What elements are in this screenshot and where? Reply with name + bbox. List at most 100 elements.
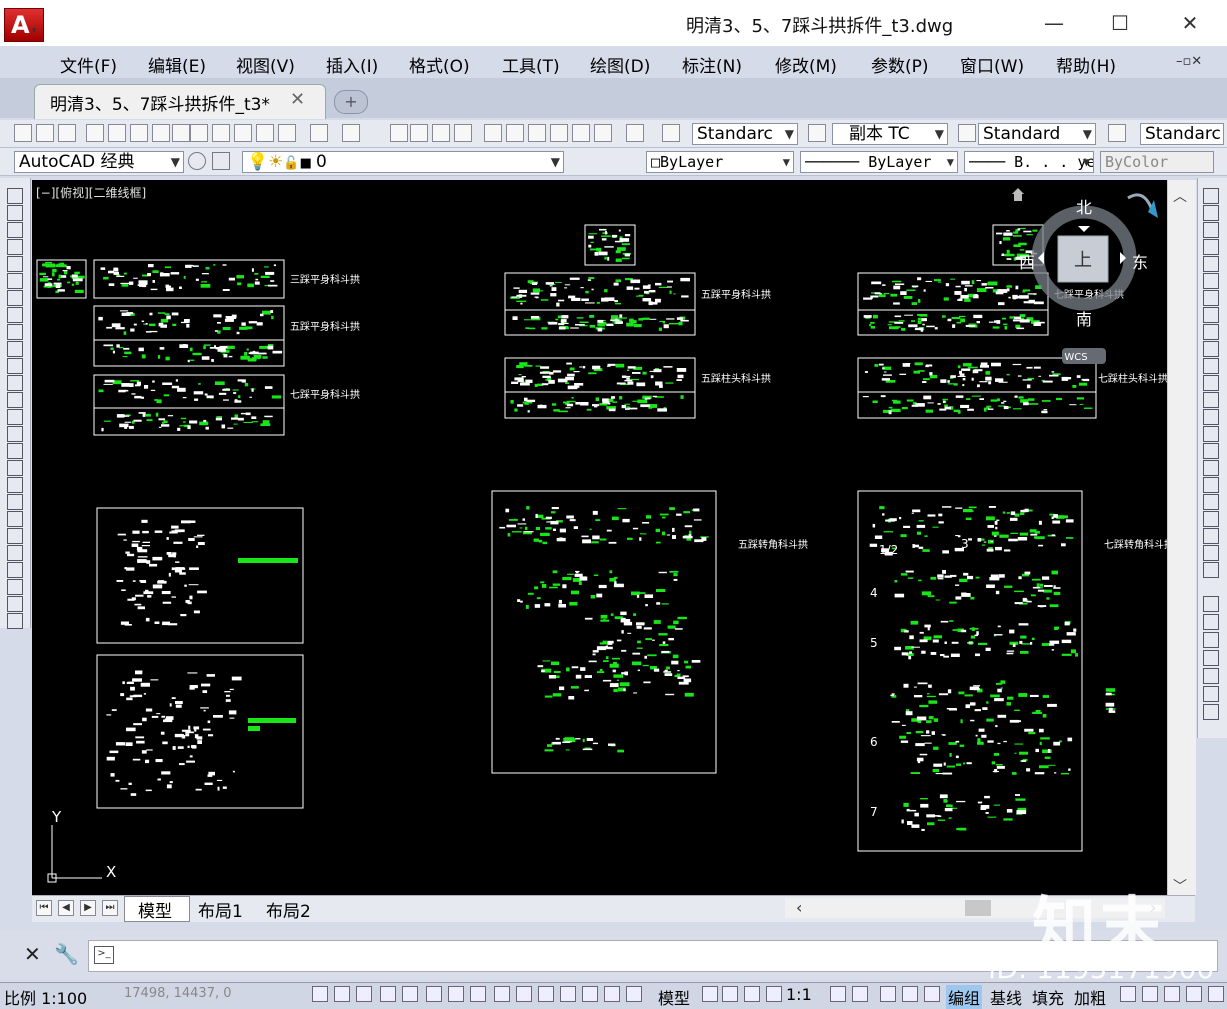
toolbar-tool-icon[interactable] <box>14 124 32 142</box>
status-toggle-icon[interactable] <box>494 986 510 1002</box>
draw-tool-icon[interactable] <box>7 409 23 425</box>
toolbar-tool-icon[interactable] <box>130 124 148 142</box>
menu-file[interactable]: 文件(F) <box>60 52 117 77</box>
layer-manager-icon[interactable] <box>212 152 230 170</box>
tab-close-icon[interactable]: ✕ <box>290 89 305 110</box>
status-toggle-icon[interactable] <box>924 986 940 1002</box>
toolbar-tool-icon[interactable] <box>528 124 546 142</box>
linetype-select[interactable]: ────── ByLayer ▼ <box>800 151 958 173</box>
draw-tool-icon[interactable] <box>7 460 23 476</box>
prev-layout-icon[interactable]: ◀ <box>58 900 74 916</box>
menu-view[interactable]: 视图(V) <box>236 52 295 77</box>
status-toggle-icon[interactable] <box>380 986 396 1002</box>
tab-layout1[interactable]: 布局1 <box>198 897 243 922</box>
draw-tool-icon[interactable] <box>7 613 23 629</box>
draw-tool-icon[interactable] <box>7 273 23 289</box>
toolbar-tool-icon[interactable] <box>256 124 274 142</box>
toolbar-tool-icon[interactable] <box>310 124 328 142</box>
draw-tool-icon[interactable] <box>7 358 23 374</box>
status-toggle-icon[interactable] <box>766 986 782 1002</box>
modify-tool-icon[interactable] <box>1203 686 1219 702</box>
menu-format[interactable]: 格式(O) <box>409 52 470 77</box>
toolbar-tool-icon[interactable] <box>594 124 612 142</box>
modify-tool-icon[interactable] <box>1203 614 1219 630</box>
modify-tool-icon[interactable] <box>1203 562 1219 578</box>
modify-tool-icon[interactable] <box>1203 324 1219 340</box>
draw-tool-icon[interactable] <box>7 188 23 204</box>
toolbar-tool-icon[interactable] <box>108 124 126 142</box>
viewcube-west[interactable]: 西 <box>1019 253 1035 272</box>
draw-tool-icon[interactable] <box>7 494 23 510</box>
modify-tool-icon[interactable] <box>1203 341 1219 357</box>
workspace-select[interactable]: AutoCAD 经典 ▼ <box>14 151 184 173</box>
modify-tool-icon[interactable] <box>1203 392 1219 408</box>
modify-tool-icon[interactable] <box>1203 511 1219 527</box>
status-toggle-icon[interactable] <box>448 986 464 1002</box>
draw-tool-icon[interactable] <box>7 222 23 238</box>
menu-parameter[interactable]: 参数(P) <box>871 52 929 77</box>
status-hatch[interactable]: 填充 <box>1032 985 1064 1009</box>
autocad-logo-icon[interactable]: A <box>4 8 44 42</box>
status-toggle-icon[interactable] <box>334 986 350 1002</box>
table-style-select[interactable]: Standard ▼ <box>978 123 1096 145</box>
draw-tool-icon[interactable] <box>7 375 23 391</box>
status-toggle-icon[interactable] <box>744 986 760 1002</box>
status-bold[interactable]: 加粗 <box>1074 985 1106 1009</box>
drawing-scale[interactable]: 比例 1:100 <box>4 985 87 1009</box>
modify-tool-icon[interactable] <box>1203 307 1219 323</box>
new-tab-button[interactable]: + <box>334 90 368 114</box>
draw-tool-icon[interactable] <box>7 511 23 527</box>
modify-tool-icon[interactable] <box>1203 596 1219 612</box>
toolbar-tool-icon[interactable] <box>390 124 408 142</box>
toolbar-tool-icon[interactable] <box>626 124 644 142</box>
toolbar-tool-icon[interactable] <box>506 124 524 142</box>
modify-tool-icon[interactable] <box>1203 375 1219 391</box>
lineweight-select[interactable]: ──── B. . . ye ▼ <box>964 151 1094 173</box>
status-toggle-icon[interactable] <box>830 986 846 1002</box>
toolbar-tool-icon[interactable] <box>662 124 680 142</box>
plotstyle-select[interactable]: ByColor <box>1100 151 1214 173</box>
menu-modify[interactable]: 修改(M) <box>775 52 837 77</box>
toolbar-tool-icon[interactable] <box>572 124 590 142</box>
toolbar-tool-icon[interactable] <box>58 124 76 142</box>
toolbar-tool-icon[interactable] <box>86 124 104 142</box>
draw-tool-icon[interactable] <box>7 528 23 544</box>
toolbar-tool-icon[interactable] <box>484 124 502 142</box>
draw-tool-icon[interactable] <box>7 290 23 306</box>
menu-edit[interactable]: 编辑(E) <box>148 52 206 77</box>
modify-tool-icon[interactable] <box>1203 477 1219 493</box>
status-toggle-icon[interactable] <box>560 986 576 1002</box>
draw-tool-icon[interactable] <box>7 392 23 408</box>
status-toggle-icon[interactable] <box>1164 986 1180 1002</box>
modify-tool-icon[interactable] <box>1203 426 1219 442</box>
doc-window-controls[interactable]: –▫✕ <box>1176 54 1202 69</box>
toolbar-tool-icon[interactable] <box>36 124 54 142</box>
draw-tool-icon[interactable] <box>7 596 23 612</box>
viewcube-south[interactable]: 南 <box>1076 310 1092 329</box>
modify-tool-icon[interactable] <box>1203 222 1219 238</box>
modify-tool-icon[interactable] <box>1203 494 1219 510</box>
drawing-canvas[interactable]: 三踩平身科斗拱 五踩平身科斗拱 七踩平身科斗拱 五踩平身科斗拱 五踩柱头科斗拱 … <box>32 180 1167 895</box>
draw-tool-icon[interactable] <box>7 579 23 595</box>
draw-tool-icon[interactable] <box>7 205 23 221</box>
modify-tool-icon[interactable] <box>1203 188 1219 204</box>
draw-tool-icon[interactable] <box>7 477 23 493</box>
toolbar-tool-icon[interactable] <box>342 124 360 142</box>
draw-tool-icon[interactable] <box>7 239 23 255</box>
modify-tool-icon[interactable] <box>1203 273 1219 289</box>
status-toggle-icon[interactable] <box>1208 986 1224 1002</box>
status-baseline[interactable]: 基线 <box>990 985 1022 1009</box>
toolbar-tool-icon[interactable] <box>410 124 428 142</box>
wcs-label[interactable]: WCS <box>1064 352 1087 363</box>
horizontal-scroll-thumb[interactable] <box>965 900 991 916</box>
status-toggle-icon[interactable] <box>516 986 532 1002</box>
annotation-scale[interactable]: 1:1 <box>786 985 812 1004</box>
toolbar-tool-icon[interactable] <box>234 124 252 142</box>
draw-tool-icon[interactable] <box>7 256 23 272</box>
status-toggle-icon[interactable] <box>312 986 328 1002</box>
toolbar-tool-icon[interactable] <box>212 124 230 142</box>
modify-tool-icon[interactable] <box>1203 409 1219 425</box>
toolbar-tool-icon[interactable] <box>278 124 296 142</box>
draw-tool-icon[interactable] <box>7 341 23 357</box>
text-style-select[interactable]: Standarc ▼ <box>692 123 798 145</box>
